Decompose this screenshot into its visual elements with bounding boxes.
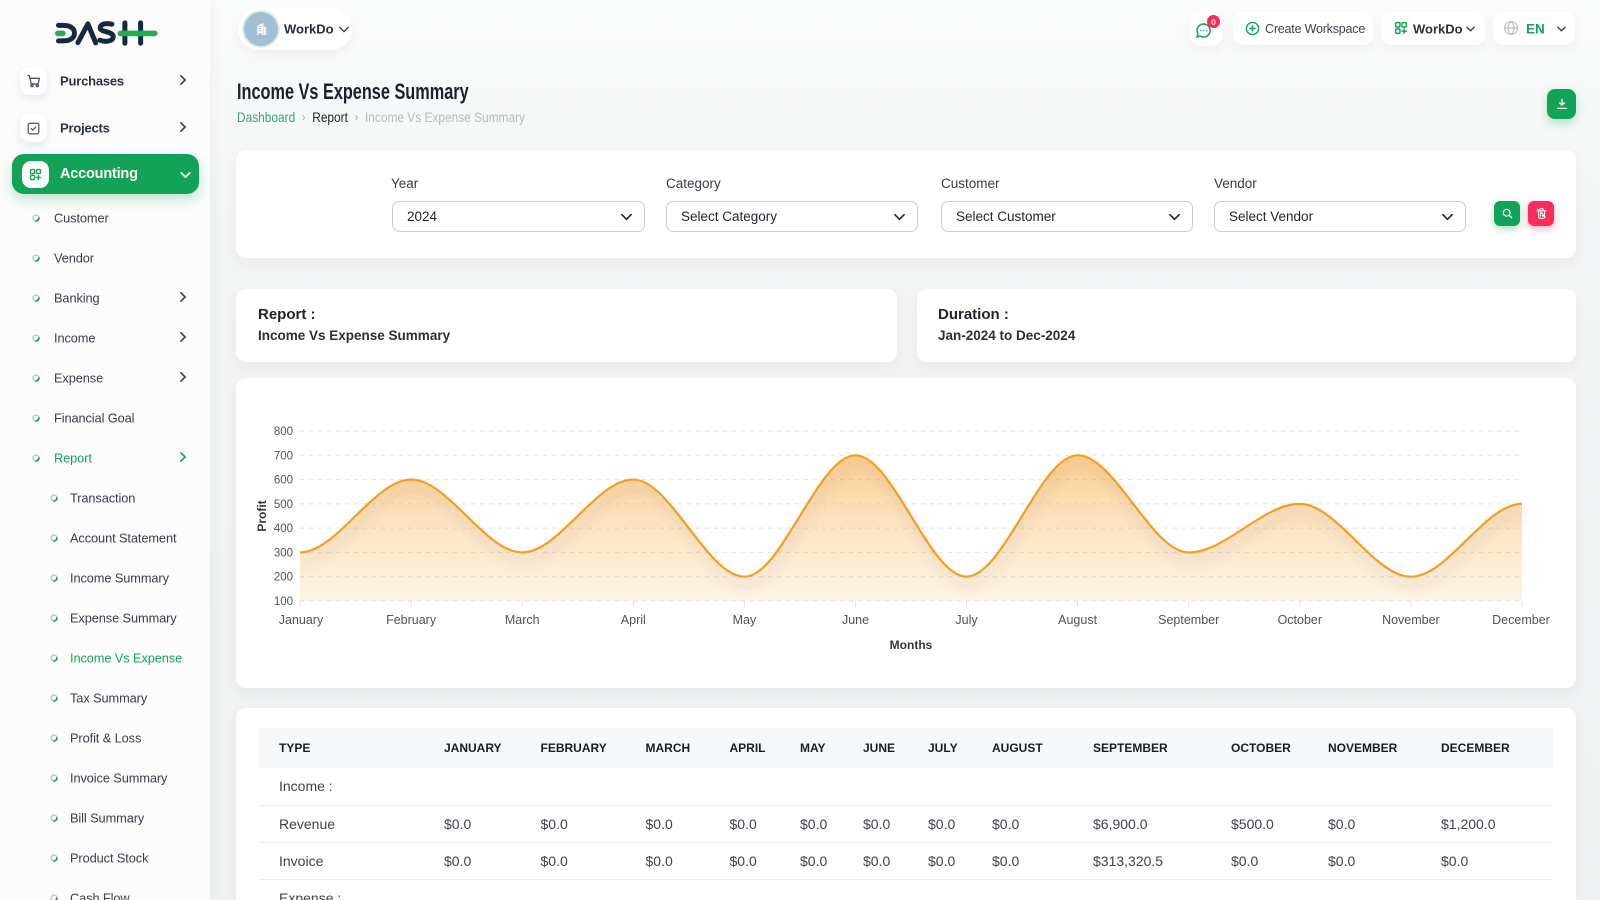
svg-text:November: November xyxy=(1382,613,1440,627)
svg-text:600: 600 xyxy=(274,475,293,487)
svg-text:April: April xyxy=(621,613,646,627)
svg-text:300: 300 xyxy=(274,547,293,559)
svg-text:700: 700 xyxy=(274,450,293,462)
svg-text:May: May xyxy=(733,613,757,627)
svg-text:Months: Months xyxy=(890,638,933,652)
svg-text:January: January xyxy=(279,613,324,627)
svg-text:July: July xyxy=(955,613,978,627)
svg-text:September: September xyxy=(1158,613,1219,627)
svg-text:June: June xyxy=(842,613,869,627)
svg-text:100: 100 xyxy=(274,596,293,608)
svg-text:200: 200 xyxy=(274,572,293,584)
svg-text:400: 400 xyxy=(274,523,293,535)
svg-text:December: December xyxy=(1492,613,1550,627)
svg-text:August: August xyxy=(1058,613,1097,627)
svg-text:500: 500 xyxy=(274,499,293,511)
svg-text:800: 800 xyxy=(274,426,293,438)
svg-text:Profit: Profit xyxy=(255,500,269,531)
svg-text:March: March xyxy=(505,613,540,627)
svg-text:October: October xyxy=(1278,613,1322,627)
svg-text:February: February xyxy=(386,613,437,627)
